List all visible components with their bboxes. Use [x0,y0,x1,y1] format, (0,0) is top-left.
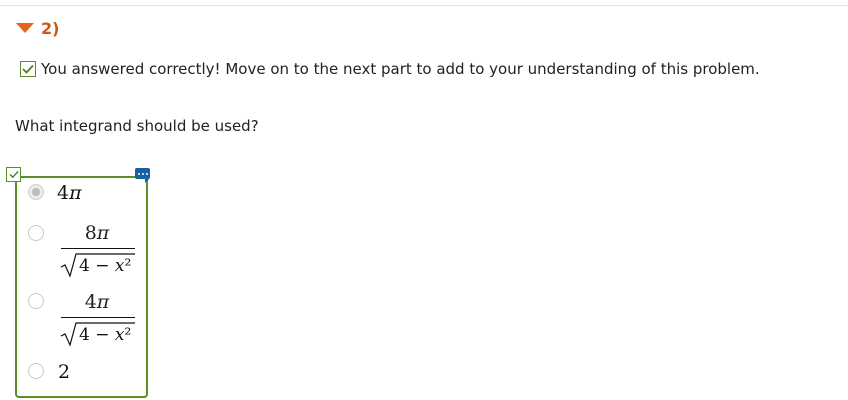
option-radicand-3: 4 − x² [79,325,132,345]
option-label-1: 4π [57,182,82,204]
comment-icon[interactable] [135,168,150,179]
check-icon [6,167,21,182]
option-radio-4[interactable] [28,363,44,379]
option-numerator-2: 8π [84,222,110,244]
feedback-text: You answered correctly! Move on to the n… [41,60,760,78]
option-radio-2[interactable] [28,225,44,241]
option-label-4: 2 [58,361,71,383]
question-text: What integrand should be used? [15,117,259,135]
check-icon [20,61,36,77]
option-radicand-2: 4 − x² [79,256,132,276]
feedback-banner: You answered correctly! Move on to the n… [20,60,760,78]
part-header[interactable]: 2) [16,18,59,38]
part-number: 2) [41,18,60,38]
option-radio-1[interactable] [28,184,44,200]
top-divider [0,5,848,6]
triangle-down-icon[interactable] [16,23,34,33]
option-numerator-3: 4π [84,291,110,313]
comment-icon-tail [145,179,149,183]
option-radio-3[interactable] [28,293,44,309]
